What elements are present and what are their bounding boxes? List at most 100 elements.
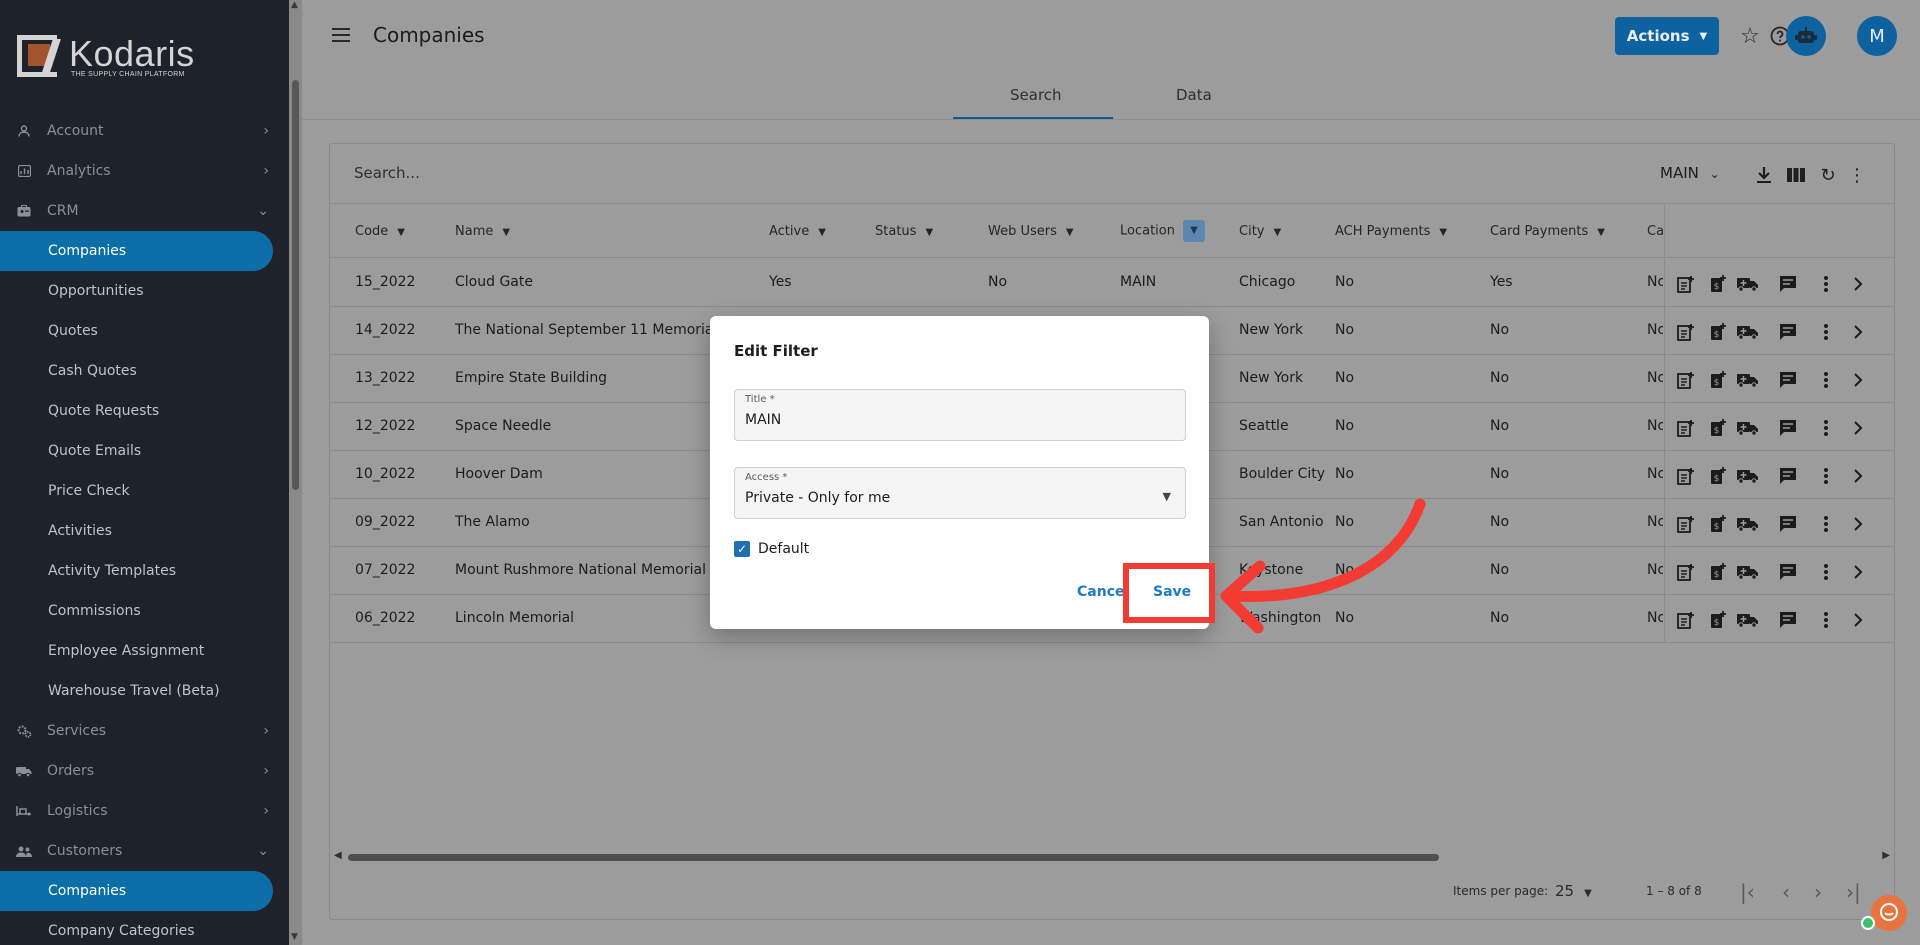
menu-icon[interactable]	[332, 28, 350, 46]
sidebar-item-analytics[interactable]: Analytics ›	[0, 151, 289, 191]
comment-icon[interactable]	[1777, 465, 1799, 487]
default-checkbox-row[interactable]: ✓ Default	[734, 541, 809, 557]
comment-icon[interactable]	[1777, 369, 1799, 391]
more-vert-icon[interactable]	[1815, 609, 1837, 631]
sidebar-subitem-activities[interactable]: Activities	[0, 511, 289, 551]
add-quote-icon[interactable]: $	[1707, 417, 1729, 439]
add-note-icon[interactable]	[1675, 369, 1697, 391]
previous-page-icon[interactable]: ‹	[1782, 880, 1790, 904]
more-vert-icon[interactable]	[1815, 465, 1837, 487]
more-vert-icon[interactable]	[1815, 273, 1837, 295]
user-avatar[interactable]: M	[1857, 16, 1897, 56]
add-order-truck-icon[interactable]	[1737, 465, 1759, 487]
sidebar-subitem-opportunities[interactable]: Opportunities	[0, 271, 289, 311]
column-header-location[interactable]: Location ▼	[1120, 220, 1205, 242]
scrollbar-thumb[interactable]	[292, 80, 299, 490]
table-row[interactable]: 15_2022 Cloud Gate Yes No MAIN Chicago No Yes No…	[330, 259, 1894, 307]
column-header-truncated[interactable]: Ca	[1647, 224, 1663, 239]
chevron-right-icon[interactable]	[1847, 369, 1869, 391]
column-header-active[interactable]: Active ▼	[769, 224, 826, 239]
comment-icon[interactable]	[1777, 321, 1799, 343]
horizontal-scrollbar-thumb[interactable]	[348, 854, 1439, 861]
column-header-city[interactable]: City ▼	[1239, 224, 1281, 239]
add-note-icon[interactable]	[1675, 513, 1697, 535]
more-vert-icon[interactable]: ⋮	[1846, 164, 1868, 186]
sidebar-subitem-quotes[interactable]: Quotes	[0, 311, 289, 351]
more-vert-icon[interactable]	[1815, 321, 1837, 343]
add-order-truck-icon[interactable]	[1737, 321, 1759, 343]
comment-icon[interactable]	[1777, 273, 1799, 295]
add-order-truck-icon[interactable]	[1737, 369, 1759, 391]
column-header-name[interactable]: Name ▼	[455, 224, 510, 239]
download-icon[interactable]	[1753, 164, 1775, 186]
more-vert-icon[interactable]	[1815, 513, 1837, 535]
tab-data[interactable]: Data	[1176, 86, 1212, 104]
next-page-icon[interactable]: ›	[1814, 880, 1822, 904]
add-order-truck-icon[interactable]	[1737, 561, 1759, 583]
sidebar-item-crm[interactable]: CRM ⌄	[0, 191, 289, 231]
sidebar-subitem-company-categories[interactable]: Company Categories	[0, 911, 289, 945]
chevron-right-icon[interactable]	[1847, 465, 1869, 487]
comment-icon[interactable]	[1777, 513, 1799, 535]
comment-icon[interactable]	[1777, 417, 1799, 439]
add-note-icon[interactable]	[1675, 561, 1697, 583]
scroll-up-arrow-icon[interactable]: ▲	[291, 0, 298, 10]
add-note-icon[interactable]	[1675, 321, 1697, 343]
scroll-left-arrow-icon[interactable]: ◀	[334, 850, 342, 861]
sidebar-item-services[interactable]: Services ›	[0, 711, 289, 751]
actions-button[interactable]: Actions ▼	[1615, 17, 1719, 55]
sidebar-subitem-price-check[interactable]: Price Check	[0, 471, 289, 511]
add-order-truck-icon[interactable]	[1737, 273, 1759, 295]
tab-search[interactable]: Search	[1010, 86, 1062, 104]
add-quote-icon[interactable]: $	[1707, 321, 1729, 343]
column-header-code[interactable]: Code ▼	[355, 224, 405, 239]
add-note-icon[interactable]	[1675, 465, 1697, 487]
chevron-right-icon[interactable]	[1847, 513, 1869, 535]
sidebar-item-account[interactable]: Account ›	[0, 111, 289, 151]
add-order-truck-icon[interactable]	[1737, 513, 1759, 535]
access-select[interactable]: Access * Private - Only for me ▼	[734, 467, 1186, 519]
add-quote-icon[interactable]: $	[1707, 609, 1729, 631]
chevron-right-icon[interactable]	[1847, 561, 1869, 583]
columns-icon[interactable]	[1785, 164, 1807, 186]
page-size-select[interactable]: 25 ▼	[1555, 882, 1592, 900]
refresh-icon[interactable]: ↻	[1817, 164, 1839, 186]
horizontal-scrollbar[interactable]: ◀ ▶	[330, 850, 1894, 864]
add-order-truck-icon[interactable]	[1737, 417, 1759, 439]
sidebar-subitem-warehouse-travel[interactable]: Warehouse Travel (Beta)	[0, 671, 289, 711]
add-quote-icon[interactable]: $	[1707, 513, 1729, 535]
sidebar-subitem-companies[interactable]: Companies	[0, 231, 273, 271]
sidebar-item-logistics[interactable]: Logistics ›	[0, 791, 289, 831]
comment-icon[interactable]	[1777, 561, 1799, 583]
chevron-right-icon[interactable]	[1847, 609, 1869, 631]
column-header-card-payments[interactable]: Card Payments ▼	[1490, 224, 1605, 239]
chat-support-button[interactable]	[1871, 895, 1907, 931]
add-note-icon[interactable]	[1675, 609, 1697, 631]
column-header-web-users[interactable]: Web Users ▼	[988, 224, 1074, 239]
sidebar-subitem-customer-companies[interactable]: Companies	[0, 871, 273, 911]
add-quote-icon[interactable]: $	[1707, 369, 1729, 391]
assistant-bot-button[interactable]	[1786, 16, 1826, 56]
add-note-icon[interactable]	[1675, 417, 1697, 439]
chevron-right-icon[interactable]	[1847, 321, 1869, 343]
sidebar-subitem-employee-assignment[interactable]: Employee Assignment	[0, 631, 289, 671]
add-order-truck-icon[interactable]	[1737, 609, 1759, 631]
comment-icon[interactable]	[1777, 609, 1799, 631]
sidebar-subitem-quote-requests[interactable]: Quote Requests	[0, 391, 289, 431]
title-field-value[interactable]: MAIN	[745, 412, 781, 428]
more-vert-icon[interactable]	[1815, 561, 1837, 583]
sidebar-subitem-activity-templates[interactable]: Activity Templates	[0, 551, 289, 591]
saved-filter-select[interactable]: MAIN ⌄	[1660, 164, 1720, 182]
sidebar-subitem-commissions[interactable]: Commissions	[0, 591, 289, 631]
default-checkbox[interactable]: ✓	[734, 541, 750, 557]
chevron-right-icon[interactable]	[1847, 417, 1869, 439]
first-page-icon[interactable]: |‹	[1740, 880, 1755, 904]
column-header-status[interactable]: Status ▼	[875, 224, 933, 239]
sidebar-item-customers[interactable]: Customers ⌄	[0, 831, 289, 871]
sidebar-item-orders[interactable]: Orders ›	[0, 751, 289, 791]
star-icon[interactable]: ☆	[1738, 24, 1762, 49]
add-quote-icon[interactable]: $	[1707, 465, 1729, 487]
kodaris-logo[interactable]: Kodaris THE SUPPLY CHAIN PLATFORM	[17, 34, 195, 80]
sidebar-subitem-quote-emails[interactable]: Quote Emails	[0, 431, 289, 471]
title-field[interactable]: Title * MAIN	[734, 389, 1186, 441]
